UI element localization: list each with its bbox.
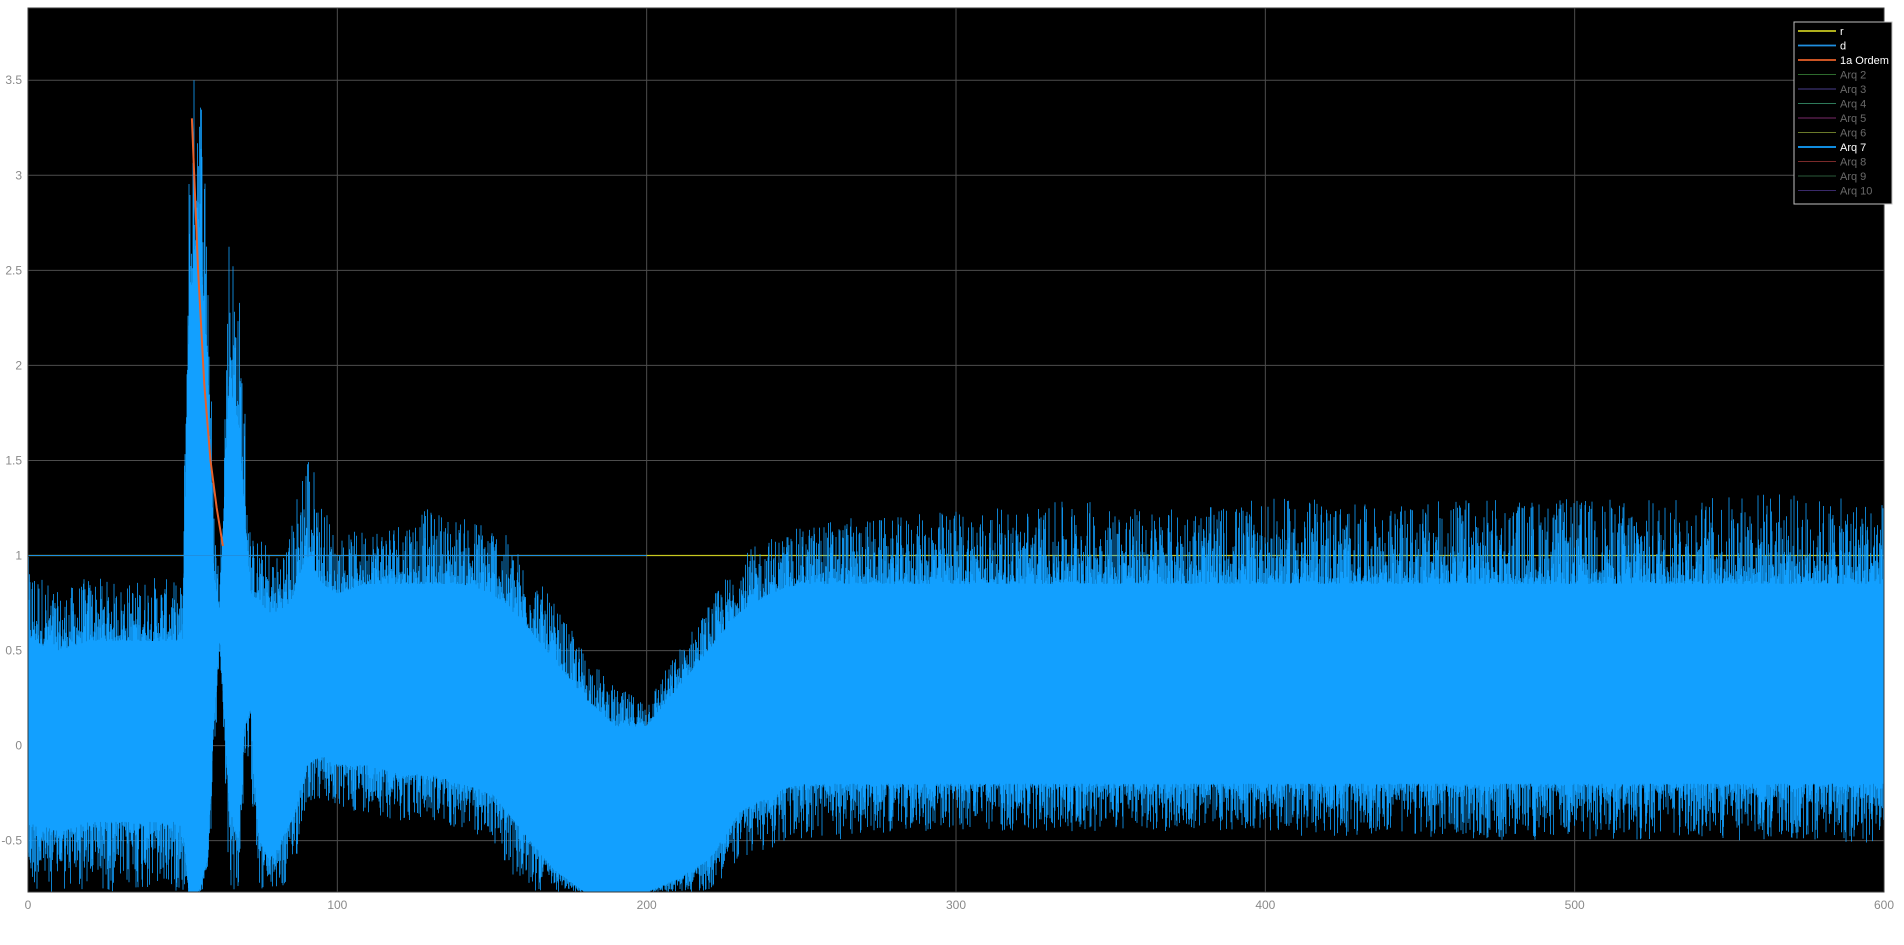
y-tick-label: 0 xyxy=(15,739,22,753)
legend-label-arq-8: Arq 8 xyxy=(1840,157,1866,169)
x-tick-label: 100 xyxy=(327,898,347,912)
y-tick-label: -0.5 xyxy=(1,834,22,848)
legend-label-arq-7: Arq 7 xyxy=(1840,142,1866,154)
legend-label-arq-4: Arq 4 xyxy=(1840,99,1866,111)
legend-label-arq-9: Arq 9 xyxy=(1840,171,1866,183)
legend-label-d: d xyxy=(1840,41,1846,53)
legend-label-arq-6: Arq 6 xyxy=(1840,128,1866,140)
y-tick-label: 3 xyxy=(15,168,22,182)
x-tick-label: 0 xyxy=(25,898,32,912)
x-tick-label: 200 xyxy=(637,898,657,912)
legend[interactable]: rd 1a Ordem Arq 2 Arq 3 Arq 4 Arq 5 Arq 6 Arq 7… xyxy=(1793,21,1893,205)
y-tick-label: 1 xyxy=(15,549,22,563)
legend-label-arq-10: Arq 10 xyxy=(1840,186,1872,198)
scope-plot-window: 0 100 200 300 400 500 600 -0.5 0 0.5 1 1.5 2 2.5 3 3.5 … xyxy=(0,0,1904,940)
y-tick-label: 2 xyxy=(15,358,22,372)
legend-label-r: r xyxy=(1840,26,1844,38)
legend-label-1a-ordem: 1a Ordem xyxy=(1840,55,1889,67)
x-tick-label: 400 xyxy=(1255,898,1275,912)
legend-label-arq-2: Arq 2 xyxy=(1840,70,1866,82)
x-tick-label: 300 xyxy=(946,898,966,912)
y-tick-label: 0.5 xyxy=(5,644,22,658)
legend-label-arq-5: Arq 5 xyxy=(1840,113,1866,125)
scope-plot[interactable]: 0 100 200 300 400 500 600-0.500.511.522.533.5 … xyxy=(0,0,1904,940)
y-tick-label: 3.5 xyxy=(5,73,22,87)
y-tick-label: 1.5 xyxy=(5,453,22,467)
legend-label-arq-3: Arq 3 xyxy=(1840,84,1866,96)
y-tick-label: 2.5 xyxy=(5,263,22,277)
x-tick-label: 500 xyxy=(1565,898,1585,912)
x-tick-label: 600 xyxy=(1874,898,1894,912)
